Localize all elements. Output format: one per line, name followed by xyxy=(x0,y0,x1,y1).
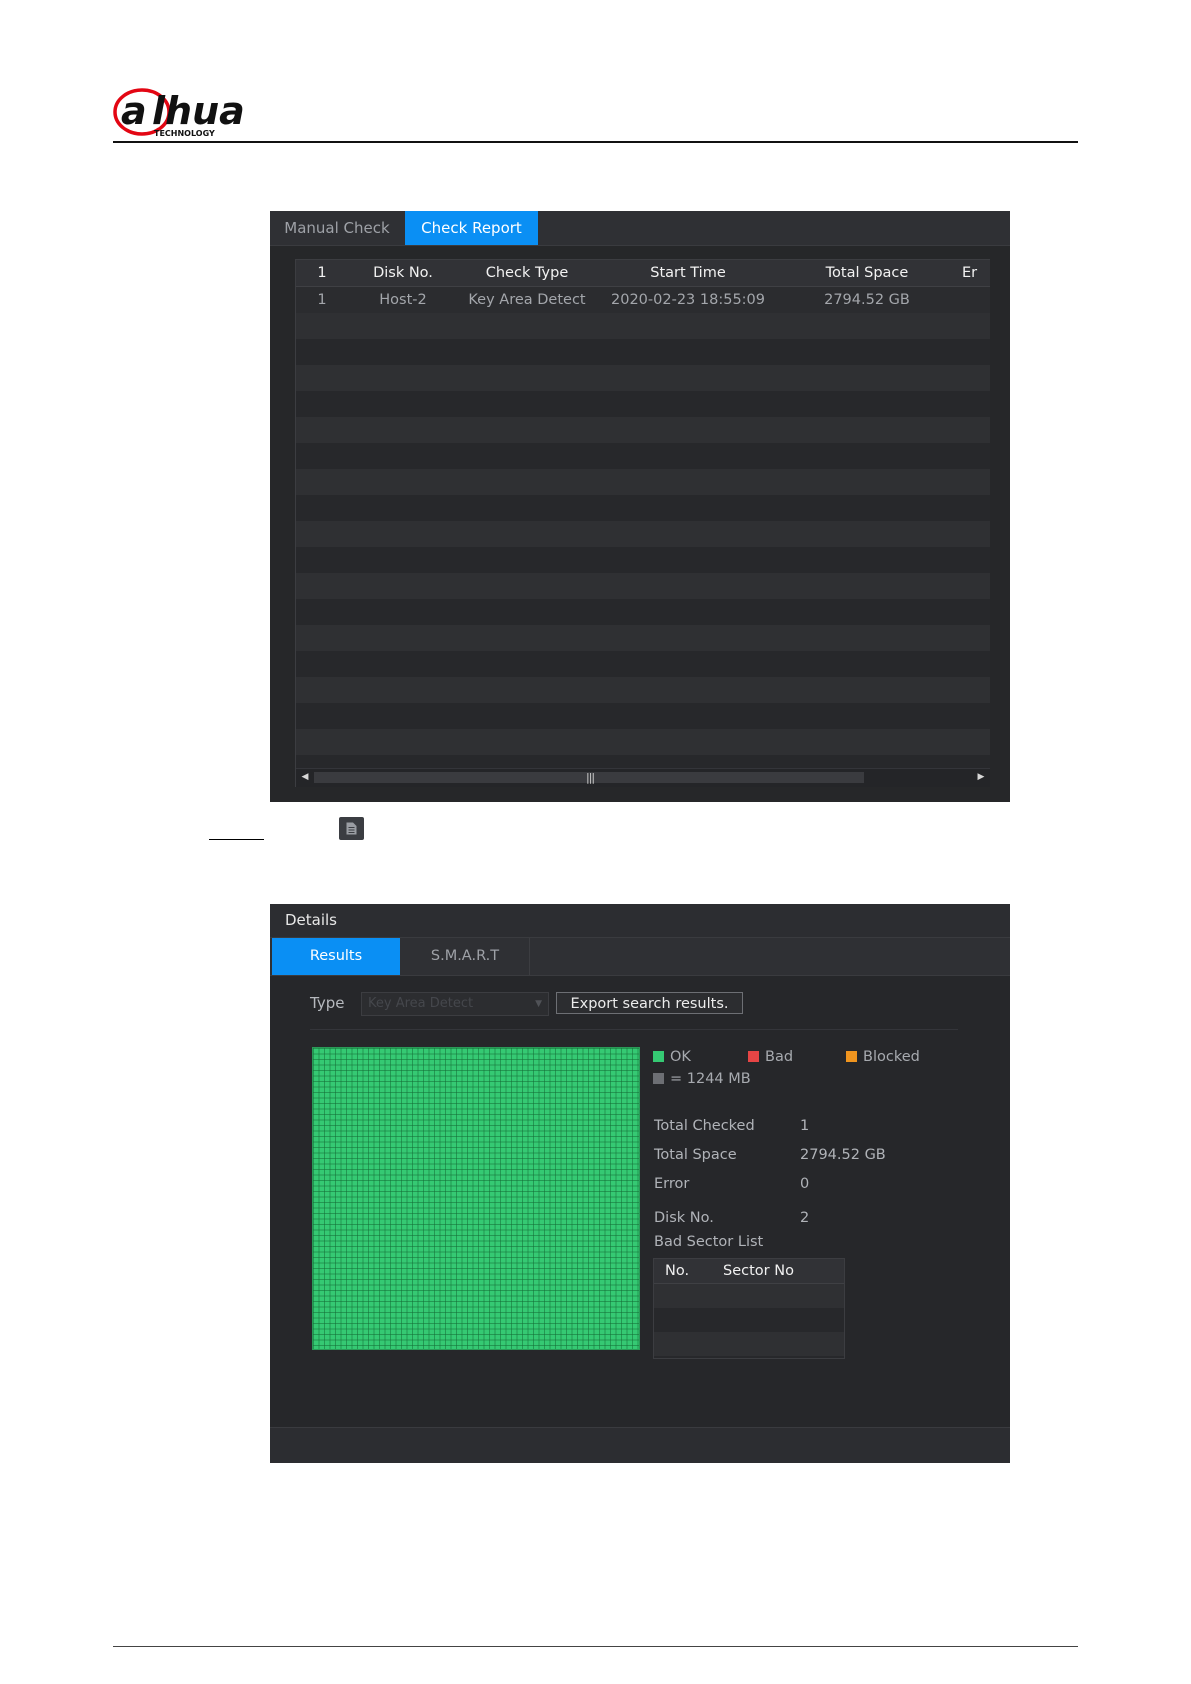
bad-sector-table-header: No. Sector No xyxy=(654,1259,844,1284)
legend-blocked: Blocked xyxy=(846,1047,920,1067)
cell-total-space: 2794.52 GB xyxy=(824,292,910,308)
ok-swatch-icon xyxy=(653,1051,664,1062)
unit-swatch-icon xyxy=(653,1073,664,1084)
error-value: 0 xyxy=(800,1176,810,1192)
col-start-time[interactable]: Start Time xyxy=(598,260,778,286)
total-checked-label: Total Checked xyxy=(654,1118,755,1134)
step-underline xyxy=(209,839,264,840)
empty-rows xyxy=(296,313,990,768)
col-sector-no[interactable]: Sector No xyxy=(723,1259,794,1283)
col-total-space[interactable]: Total Space xyxy=(778,260,956,286)
export-search-results-button[interactable]: Export search results. xyxy=(556,992,743,1014)
horizontal-scrollbar[interactable]: ◀ ||| ▶ xyxy=(296,768,990,787)
cell-check-type: Key Area Detect xyxy=(468,292,586,308)
table-header: 1 Disk No. Check Type Start Time Total S… xyxy=(296,260,990,287)
brand-logo-graphic: a lhua TECHNOLOGY xyxy=(113,88,245,138)
chevron-down-icon: ▼ xyxy=(535,999,542,1009)
type-label: Type xyxy=(310,994,345,1012)
bad-sector-table: No. Sector No xyxy=(653,1258,845,1359)
tab-manual-check[interactable]: Manual Check xyxy=(270,211,404,245)
col-check-type[interactable]: Check Type xyxy=(456,260,598,286)
scroll-right-icon[interactable]: ▶ xyxy=(974,769,988,786)
legend-unit-label: = 1244 MB xyxy=(670,1071,751,1087)
svg-text:TECHNOLOGY: TECHNOLOGY xyxy=(154,129,215,138)
check-report-panel: Manual Check Check Report 1 Disk No. Che… xyxy=(270,211,1010,802)
col-no[interactable]: No. xyxy=(665,1259,689,1283)
tab-smart[interactable]: S.M.A.R.T xyxy=(401,938,530,975)
details-panel: Details Results S.M.A.R.T Type Key Area … xyxy=(270,904,1010,1463)
disk-no-value: 2 xyxy=(800,1210,810,1226)
document-icon xyxy=(339,817,364,840)
col-error[interactable]: Er xyxy=(956,260,990,286)
cell-error xyxy=(956,287,990,313)
scroll-grip-icon: ||| xyxy=(586,771,595,784)
details-footer xyxy=(270,1427,1010,1463)
tab-results[interactable]: Results xyxy=(272,938,400,975)
bad-swatch-icon xyxy=(748,1051,759,1062)
col-index[interactable]: 1 xyxy=(296,260,348,286)
details-title: Details xyxy=(285,911,338,929)
legend-unit: = 1244 MB xyxy=(653,1069,751,1089)
svg-text:lhua: lhua xyxy=(152,89,245,133)
scroll-left-icon[interactable]: ◀ xyxy=(298,769,312,786)
empty-rows xyxy=(654,1284,844,1358)
total-space-label: Total Space xyxy=(654,1147,737,1163)
details-titlebar: Details xyxy=(270,904,1010,938)
total-space-value: 2794.52 GB xyxy=(800,1147,886,1163)
sector-map xyxy=(312,1047,640,1350)
divider xyxy=(310,1029,958,1030)
col-disk-no[interactable]: Disk No. xyxy=(350,260,456,286)
cell-disk-no: Host-2 xyxy=(379,292,427,308)
brand-logo: a lhua TECHNOLOGY xyxy=(112,84,282,138)
header-rule xyxy=(113,141,1078,143)
table-row[interactable]: 1 Host-2 Key Area Detect 2020-02-23 18:5… xyxy=(296,287,990,313)
bad-sector-list-label: Bad Sector List xyxy=(654,1234,764,1250)
type-select[interactable]: Key Area Detect ▼ xyxy=(361,992,549,1016)
cell-index: 1 xyxy=(317,292,327,308)
legend-ok: OK xyxy=(653,1047,691,1067)
total-checked-value: 1 xyxy=(800,1118,810,1134)
legend-blocked-label: Blocked xyxy=(863,1049,920,1065)
legend-bad: Bad xyxy=(748,1047,793,1067)
cell-start-time: 2020-02-23 18:55:09 xyxy=(611,292,765,308)
check-report-table: 1 Disk No. Check Type Start Time Total S… xyxy=(295,259,990,787)
error-label: Error xyxy=(654,1176,690,1192)
blocked-swatch-icon xyxy=(846,1051,857,1062)
legend-ok-label: OK xyxy=(670,1049,691,1065)
tab-check-report[interactable]: Check Report xyxy=(405,211,538,245)
legend-bad-label: Bad xyxy=(765,1049,794,1065)
footer-rule xyxy=(113,1646,1078,1647)
disk-no-label: Disk No. xyxy=(654,1210,714,1226)
svg-text:a: a xyxy=(121,89,147,133)
details-tabs: Results S.M.A.R.T xyxy=(270,938,1010,976)
check-tabs: Manual Check Check Report xyxy=(270,211,1010,246)
type-select-value: Key Area Detect xyxy=(368,996,474,1011)
